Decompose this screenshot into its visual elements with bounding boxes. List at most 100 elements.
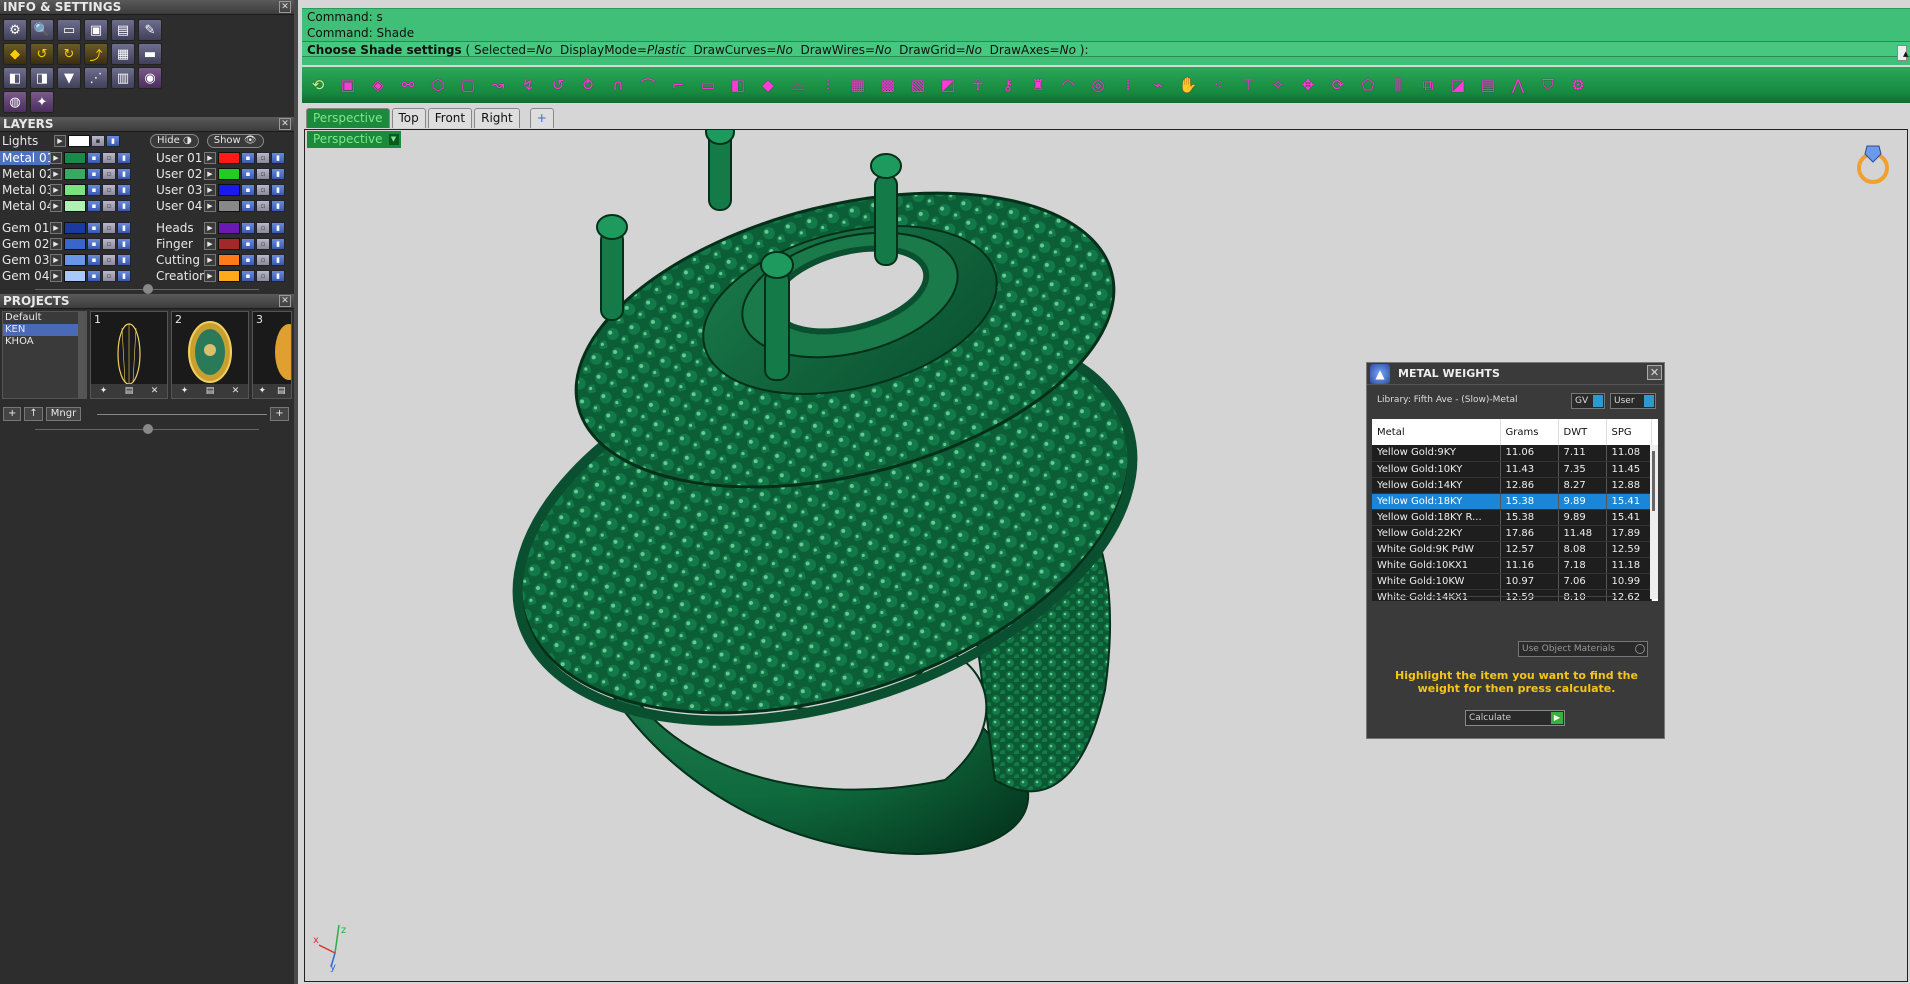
show-all-button[interactable]: Show 👁 [206, 134, 264, 148]
layer-color-swatch[interactable] [218, 254, 240, 266]
layer-name[interactable]: Heads [154, 221, 204, 235]
visibility-toggle[interactable]: ▮ [271, 200, 285, 212]
hide-all-button[interactable]: Hide ◑ [150, 134, 199, 148]
chevron-down-icon[interactable]: ▼ [388, 134, 399, 145]
save-icon[interactable]: ▤ [277, 386, 286, 396]
project-thumbnail[interactable]: 2 ✦ ▤ ✕ [171, 311, 249, 399]
prong-icon[interactable]: ⫶ [816, 73, 840, 97]
save-icon[interactable]: ▤ [125, 386, 134, 396]
lock-icon[interactable]: ▫ [102, 152, 116, 164]
option-drawgrid[interactable]: DrawGrid=No [899, 43, 982, 57]
layer-row[interactable]: Heads ▶ ▪ ▫ ▮ [154, 220, 294, 236]
layer-name[interactable]: Gem 02 [0, 237, 50, 251]
delete-icon[interactable]: ✕ [151, 386, 159, 396]
visibility-toggle[interactable]: ▮ [271, 168, 285, 180]
user-toggle[interactable]: User [1610, 393, 1656, 409]
expand-arrow-icon[interactable]: ▶ [50, 270, 62, 282]
gallery-icon[interactable]: ⚷ [996, 73, 1020, 97]
edit-icon[interactable]: ✎ [138, 19, 162, 41]
select-icon[interactable]: ▪ [241, 254, 255, 266]
visibility-toggle[interactable]: ▮ [271, 152, 285, 164]
project-item[interactable]: Default [3, 312, 86, 324]
move-icon[interactable]: ✦ [100, 386, 108, 396]
layer-row[interactable]: Cutting ▶ ▪ ▫ ▮ [154, 252, 294, 268]
gear-icon[interactable]: ⚙ [1566, 73, 1590, 97]
lock-icon[interactable]: ▫ [256, 270, 270, 282]
lock-icon[interactable]: ▫ [102, 222, 116, 234]
curve-tool-icon[interactable]: ↺ [30, 43, 54, 65]
nodes-icon[interactable]: ⋰ [84, 67, 108, 89]
lock-icon[interactable]: ▫ [102, 270, 116, 282]
table-row[interactable]: White Gold:10KW 10.97 7.06 10.99 [1372, 573, 1652, 590]
fence-icon[interactable]: ⫼ [1386, 73, 1410, 97]
table-row[interactable]: Yellow Gold:18KY 15.38 9.89 15.41 [1372, 493, 1652, 510]
stack-icon[interactable]: ◧ [726, 73, 750, 97]
project-thumbnail[interactable]: 1 ✦ ▤ ✕ [90, 311, 168, 399]
frame-icon[interactable]: ▢ [456, 73, 480, 97]
layer-name[interactable]: User 03 [154, 183, 204, 197]
grid-icon[interactable]: ▦ [111, 43, 135, 65]
arc-icon[interactable]: ⌁ [1146, 73, 1170, 97]
column-header-dwt[interactable]: DWT [1558, 419, 1607, 445]
select-icon[interactable]: ▪ [87, 200, 101, 212]
layer-name[interactable]: Metal 02 [0, 167, 50, 181]
lock-icon[interactable]: ▪ [91, 135, 105, 147]
layer-row[interactable]: User 03 ▶ ▪ ▫ ▮ [154, 182, 294, 198]
layer-color-swatch[interactable] [218, 238, 240, 250]
select-icon[interactable]: ▪ [241, 222, 255, 234]
light-icon[interactable]: ✦ [30, 91, 54, 113]
layer-row[interactable]: Finger ▶ ▪ ▫ ▮ [154, 236, 294, 252]
table-row[interactable]: White Gold:10KX1 11.16 7.18 11.18 [1372, 557, 1652, 574]
material-icon[interactable]: ◍ [3, 91, 27, 113]
lock-icon[interactable]: ▫ [256, 184, 270, 196]
layer-row[interactable]: Metal 03 ▶ ▪ ▫ ▮ [0, 182, 140, 198]
lock-icon[interactable]: ▫ [102, 254, 116, 266]
project-item[interactable]: KHOA [3, 336, 86, 348]
cube-icon[interactable]: ◆ [756, 73, 780, 97]
option-drawcurves[interactable]: DrawCurves=No [693, 43, 792, 57]
square-frame-icon[interactable]: ▦ [846, 73, 870, 97]
column-header-grams[interactable]: Grams [1500, 419, 1559, 445]
visibility-toggle[interactable]: ▮ [271, 184, 285, 196]
table-row[interactable]: White Gold:14KX1 12.59 8.10 12.62 [1372, 589, 1652, 601]
select-icon[interactable]: ▪ [87, 222, 101, 234]
render-icon[interactable]: ◉ [138, 67, 162, 89]
project-list[interactable]: Default KEN KHOA [2, 311, 87, 399]
visibility-toggle[interactable]: ▮ [106, 135, 120, 147]
lock-icon[interactable]: ▫ [256, 168, 270, 180]
expand-arrow-icon[interactable]: ▶ [50, 254, 62, 266]
projects-resize-handle[interactable] [0, 424, 294, 434]
manager-button[interactable]: Mngr [45, 407, 82, 421]
curve-tool-3-icon[interactable]: ⤴ [84, 43, 108, 65]
thumbnail-size-slider[interactable] [97, 413, 268, 415]
box-icon[interactable]: ▣ [84, 19, 108, 41]
layer-name[interactable]: Creation [154, 269, 204, 283]
layer-name[interactable]: Metal 01 [0, 151, 50, 165]
layer-color-swatch[interactable] [64, 200, 86, 212]
project-item[interactable]: KEN [3, 324, 86, 336]
lock-icon[interactable]: ▫ [102, 200, 116, 212]
option-drawaxes[interactable]: DrawAxes=No [990, 43, 1076, 57]
hand-icon[interactable]: ✋ [1176, 73, 1200, 97]
ring-model[interactable] [305, 130, 1908, 982]
ring-icon[interactable]: ◠ [1056, 73, 1080, 97]
sweep-icon[interactable]: ↯ [516, 73, 540, 97]
pin-icon[interactable]: ✧ [1266, 73, 1290, 97]
expand-arrow-icon[interactable]: ▶ [204, 200, 216, 212]
search-icon[interactable]: 🔍 [30, 19, 54, 41]
layer-color-swatch[interactable] [218, 270, 240, 282]
expand-arrow-icon[interactable]: ▶ [204, 152, 216, 164]
cylinder-icon[interactable]: ◎ [1086, 73, 1110, 97]
fold-icon[interactable]: ⌐ [666, 73, 690, 97]
calculate-button[interactable]: Calculate ▶ [1465, 710, 1565, 726]
layer-row[interactable]: Metal 04 ▶ ▪ ▫ ▮ [0, 198, 140, 214]
up-arrow-button[interactable]: ↑ [24, 407, 43, 421]
lock-icon[interactable]: ▫ [256, 200, 270, 212]
visibility-toggle[interactable]: ▮ [271, 270, 285, 282]
scatter-icon[interactable]: ⁖ [1206, 73, 1230, 97]
delete-icon[interactable]: ✕ [232, 386, 240, 396]
close-icon[interactable]: ✕ [279, 118, 291, 130]
bend-icon[interactable]: ⌒ [636, 73, 660, 97]
lock-icon[interactable]: ▫ [102, 184, 116, 196]
tripod-icon[interactable]: ⋀ [1506, 73, 1530, 97]
